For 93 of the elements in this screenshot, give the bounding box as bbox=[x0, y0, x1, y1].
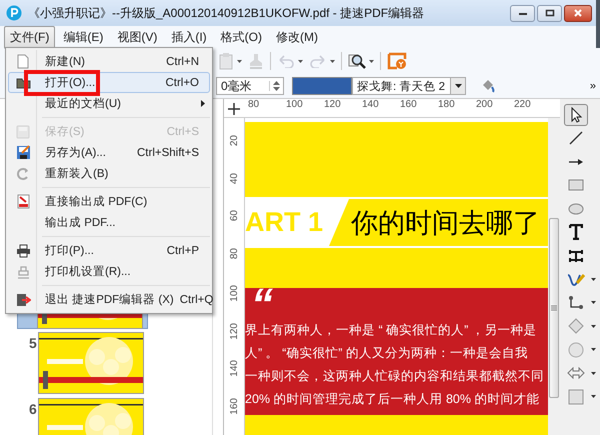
printer-settings-icon bbox=[16, 264, 30, 278]
menu-entry[interactable]: 最近的文档(U) bbox=[8, 93, 210, 114]
ruler-label: 120 bbox=[228, 322, 240, 340]
quote-mark: “ bbox=[251, 290, 273, 318]
document-icon bbox=[17, 54, 29, 69]
ruler-label: 120 bbox=[324, 99, 342, 112]
menu-item[interactable]: 文件(F) bbox=[4, 26, 56, 48]
paragraph-line: 界上有两种人，一种是 “ 确实很忙的人” ，另一种是 bbox=[245, 322, 538, 339]
caret-icon[interactable] bbox=[591, 301, 596, 304]
pen-icon bbox=[567, 271, 585, 288]
menu-item[interactable]: 修改(M) bbox=[270, 26, 324, 48]
paragraph-line: 人” 。 “确实很忙” 的人又分为两种：一种是会自我 bbox=[245, 345, 529, 362]
ruler-label: 60 bbox=[228, 210, 240, 222]
ruler-label: 160 bbox=[228, 398, 240, 414]
ruler-label: 160 bbox=[400, 99, 418, 112]
exit-icon bbox=[16, 292, 30, 306]
caret-icon[interactable] bbox=[330, 60, 335, 62]
ellipse-icon bbox=[568, 202, 584, 215]
ruler-label: 80 bbox=[228, 248, 240, 259]
menu-entry[interactable]: 输出成 PDF... bbox=[8, 212, 210, 233]
coupon-icon[interactable] bbox=[387, 52, 407, 70]
page-thumbnail[interactable]: 5 bbox=[17, 329, 148, 395]
ruler-label: 80 bbox=[248, 99, 260, 112]
circle-icon bbox=[568, 342, 584, 358]
caret-icon[interactable] bbox=[591, 372, 596, 375]
close-button[interactable] bbox=[564, 4, 592, 22]
minimize-icon bbox=[518, 10, 528, 16]
page-number: 5 bbox=[29, 335, 37, 351]
zoom-icon[interactable] bbox=[348, 52, 366, 70]
ruler-label: 220 bbox=[514, 99, 532, 112]
menu-entry[interactable]: 打印机设置(R)... bbox=[8, 261, 210, 282]
caret-icon[interactable] bbox=[591, 278, 596, 281]
menu-entry[interactable]: 重新装入(B) bbox=[8, 163, 210, 184]
fill-color-swatch[interactable] bbox=[292, 77, 352, 95]
minimize-button[interactable] bbox=[510, 4, 535, 22]
more-button[interactable]: » bbox=[590, 80, 596, 92]
ruler-label: 140 bbox=[362, 99, 380, 112]
maximize-icon bbox=[544, 9, 554, 17]
pointer-icon bbox=[569, 106, 583, 123]
maximize-button[interactable] bbox=[537, 4, 562, 22]
dropdown-caret-icon bbox=[454, 84, 462, 88]
caret-icon[interactable] bbox=[298, 60, 303, 62]
pointer-tool-button[interactable] bbox=[564, 104, 588, 126]
save-icon bbox=[16, 124, 30, 138]
paragraph-line: 一种则不会，这两种人忙碌的内容和结果都截然不同 bbox=[245, 368, 545, 385]
fill-style-dropdown[interactable]: 探戈舞: 青天色 2 bbox=[352, 77, 466, 95]
ruler-label: 40 bbox=[228, 172, 240, 184]
ruler-label: 100 bbox=[286, 99, 304, 112]
menu-entry[interactable]: 直接输出成 PDF(C) bbox=[8, 191, 210, 212]
printer-icon bbox=[16, 244, 30, 258]
app-logo-icon bbox=[6, 5, 22, 21]
ruler-label: 140 bbox=[228, 360, 240, 377]
spin-up-icon[interactable] bbox=[273, 81, 280, 85]
submenu-arrow-icon bbox=[201, 100, 205, 107]
text-field-icon bbox=[569, 248, 583, 263]
window-title: 《小强升职记》--升级版_A000120140912B1UKOFW.pdf - 捷速PDF编辑器 bbox=[28, 4, 424, 22]
text-icon bbox=[569, 224, 583, 240]
diamond-icon bbox=[568, 318, 584, 334]
ruler-label: 180 bbox=[438, 99, 456, 112]
menu-item[interactable]: 编辑(E) bbox=[57, 26, 110, 48]
paragraph-line: 20% 的时间管理完成了后一种人用 80% 的时间才能 bbox=[245, 391, 540, 408]
caret-icon[interactable] bbox=[237, 60, 242, 62]
caret-icon[interactable] bbox=[591, 395, 596, 398]
ruler-corner-icon bbox=[228, 103, 240, 115]
caret-icon[interactable] bbox=[369, 60, 374, 62]
pdf-file-icon bbox=[16, 194, 30, 209]
close-icon bbox=[573, 9, 583, 17]
part-label: ART 1 bbox=[245, 207, 324, 238]
ruler-label: 200 bbox=[476, 99, 494, 112]
line-width-field[interactable]: 0毫米 bbox=[216, 77, 284, 95]
menu-item[interactable]: 视图(V) bbox=[111, 26, 164, 48]
rectangle-icon bbox=[568, 179, 584, 192]
caret-icon[interactable] bbox=[591, 348, 596, 352]
spin-down-icon[interactable] bbox=[273, 87, 280, 91]
menu-entry[interactable]: 另存为(A)... Ctrl+Shift+S bbox=[8, 142, 210, 163]
menu-item[interactable]: 格式(O) bbox=[214, 26, 268, 48]
ruler-label: 100 bbox=[228, 285, 240, 302]
connector-icon bbox=[568, 294, 584, 311]
double-arrow-icon bbox=[567, 367, 585, 380]
line-icon bbox=[568, 130, 584, 146]
arrow-icon bbox=[568, 158, 584, 166]
square-icon bbox=[568, 388, 584, 405]
menu-entry[interactable]: 打印(P)... Ctrl+P bbox=[8, 240, 210, 261]
menu-item[interactable]: 插入(I) bbox=[165, 26, 213, 48]
page-number: 6 bbox=[29, 401, 37, 417]
reload-icon bbox=[16, 166, 30, 180]
ruler-label: 20 bbox=[228, 135, 240, 146]
save-as-icon bbox=[16, 145, 30, 160]
caret-icon[interactable] bbox=[591, 324, 596, 328]
section-heading: 你的时间去哪了 bbox=[351, 206, 540, 240]
scrollbar-thumb[interactable] bbox=[549, 218, 559, 398]
page-thumbnail[interactable]: 6 bbox=[17, 395, 148, 435]
menu-entry[interactable]: 打开(O)... Ctrl+O bbox=[8, 72, 210, 93]
